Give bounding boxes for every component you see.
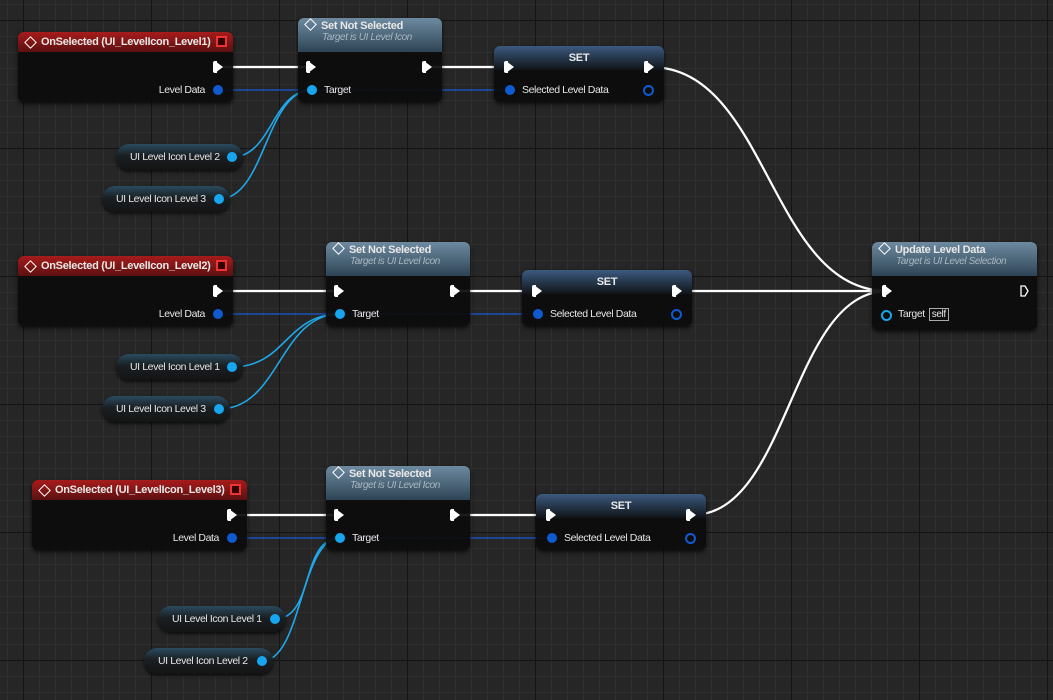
variable-node[interactable]: UI Level Icon Level 1: [158, 606, 286, 632]
event-title: OnSelected (UI_LevelIcon_Level1): [41, 36, 211, 48]
level-data-label: Level Data: [172, 532, 220, 544]
variable-node[interactable]: UI Level Icon Level 3: [102, 186, 230, 212]
target-label: Target: [324, 84, 351, 96]
exec-out-pin[interactable]: [1020, 285, 1029, 297]
exec-out-pin[interactable]: [450, 285, 460, 297]
selected-level-data-pin[interactable]: [505, 85, 515, 95]
event-icon: [38, 483, 51, 497]
variable-label: UI Level Icon Level 2: [158, 655, 248, 667]
set-title: SET: [568, 52, 590, 64]
target-pin[interactable]: [307, 85, 317, 95]
icon-target-wire: [261, 537, 341, 662]
exec-out-pin[interactable]: [686, 509, 696, 521]
target-label: Target: [352, 308, 379, 320]
selected-level-data-out-pin[interactable]: [671, 309, 682, 320]
exec-out-pin[interactable]: [450, 509, 460, 521]
exec-out-pin[interactable]: [227, 509, 237, 521]
variable-label: UI Level Icon Level 1: [130, 361, 220, 373]
set-node[interactable]: SET Selected Level Data: [494, 46, 664, 102]
exec-in-pin[interactable]: [334, 285, 344, 297]
exec-in-pin[interactable]: [882, 285, 892, 297]
variable-pin[interactable]: [227, 362, 237, 372]
variable-node[interactable]: UI Level Icon Level 2: [144, 648, 273, 674]
variable-node[interactable]: UI Level Icon Level 1: [116, 354, 243, 380]
stop-icon: [216, 36, 227, 47]
exec-out-pin[interactable]: [213, 61, 223, 73]
self-value: self: [928, 308, 949, 321]
selected-level-data-pin[interactable]: [547, 533, 557, 543]
variable-label: UI Level Icon Level 3: [116, 403, 206, 415]
variable-pin[interactable]: [214, 404, 224, 414]
set-title: SET: [610, 500, 632, 512]
set-node[interactable]: SET Selected Level Data: [536, 494, 706, 550]
function-icon: [304, 18, 317, 31]
variable-pin[interactable]: [270, 614, 280, 624]
stop-icon: [230, 484, 241, 495]
exec-out-pin[interactable]: [422, 61, 432, 73]
exec-out-pin[interactable]: [644, 61, 654, 73]
event-icon: [24, 259, 37, 273]
variable-pin[interactable]: [227, 152, 237, 162]
function-title: Set Not Selected: [321, 20, 404, 32]
update-level-data-node[interactable]: Update Level Data Target is UI Level Sele…: [872, 242, 1037, 330]
variable-label: UI Level Icon Level 3: [116, 193, 206, 205]
function-subtitle: Target is UI Level Icon: [350, 480, 440, 491]
exec-out-pin[interactable]: [213, 285, 223, 297]
set-not-selected-node[interactable]: Set Not Selected Target is UI Level Icon …: [326, 242, 470, 326]
icon-target-wire: [231, 313, 341, 368]
exec-in-pin[interactable]: [306, 61, 316, 73]
function-subtitle: Target is UI Level Icon: [350, 256, 440, 267]
function-title: Update Level Data: [895, 244, 986, 256]
level-data-label: Level Data: [158, 308, 206, 320]
exec-wire: [649, 65, 889, 293]
variable-node[interactable]: UI Level Icon Level 3: [102, 396, 230, 422]
target-label: Target self: [898, 308, 949, 321]
selected-level-data-pin[interactable]: [533, 309, 543, 319]
selected-level-data-out-pin[interactable]: [643, 85, 654, 96]
function-subtitle: Target is UI Level Icon: [322, 32, 412, 43]
exec-in-pin[interactable]: [546, 509, 556, 521]
level-data-pin[interactable]: [227, 533, 237, 543]
variable-label: UI Level Icon Level 2: [130, 151, 220, 163]
event-title: OnSelected (UI_LevelIcon_Level3): [55, 484, 225, 496]
variable-pin[interactable]: [214, 194, 224, 204]
function-title: Set Not Selected: [349, 244, 432, 256]
set-not-selected-node[interactable]: Set Not Selected Target is UI Level Icon …: [326, 466, 470, 550]
selected-level-data-label: Selected Level Data: [522, 84, 609, 96]
event-node[interactable]: OnSelected (UI_LevelIcon_Level2) Level D…: [18, 256, 233, 326]
set-title: SET: [596, 276, 618, 288]
level-data-pin[interactable]: [213, 309, 223, 319]
stop-icon: [216, 260, 227, 271]
exec-in-pin[interactable]: [532, 285, 542, 297]
selected-level-data-label: Selected Level Data: [550, 308, 637, 320]
selected-level-data-out-pin[interactable]: [685, 533, 696, 544]
function-icon: [878, 242, 891, 255]
set-node[interactable]: SET Selected Level Data: [522, 270, 692, 326]
variable-pin[interactable]: [257, 656, 267, 666]
wire-layer: [218, 65, 889, 662]
function-icon: [332, 466, 345, 479]
exec-in-pin[interactable]: [504, 61, 514, 73]
event-icon: [24, 35, 37, 49]
exec-in-pin[interactable]: [334, 509, 344, 521]
exec-out-pin[interactable]: [672, 285, 682, 297]
event-node[interactable]: OnSelected (UI_LevelIcon_Level1) Level D…: [18, 32, 233, 102]
event-title: OnSelected (UI_LevelIcon_Level2): [41, 260, 211, 272]
target-label: Target: [352, 532, 379, 544]
level-data-label: Level Data: [158, 84, 206, 96]
level-data-pin[interactable]: [213, 85, 223, 95]
target-pin[interactable]: [335, 533, 345, 543]
target-pin[interactable]: [881, 310, 892, 321]
selected-level-data-label: Selected Level Data: [564, 532, 651, 544]
function-subtitle: Target is UI Level Selection: [896, 256, 1007, 267]
exec-wire: [691, 289, 889, 517]
function-icon: [332, 242, 345, 255]
event-node[interactable]: OnSelected (UI_LevelIcon_Level3) Level D…: [32, 480, 247, 550]
target-pin[interactable]: [335, 309, 345, 319]
variable-label: UI Level Icon Level 1: [172, 613, 262, 625]
variable-node[interactable]: UI Level Icon Level 2: [116, 144, 243, 170]
function-title: Set Not Selected: [349, 468, 432, 480]
set-not-selected-node[interactable]: Set Not Selected Target is UI Level Icon …: [298, 18, 442, 102]
